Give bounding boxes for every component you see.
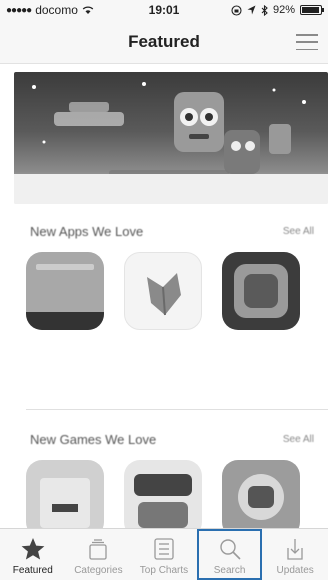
carrier-label: docomo: [35, 3, 78, 17]
tab-label: Top Charts: [139, 565, 189, 576]
tab-updates[interactable]: Updates: [262, 529, 328, 580]
top-charts-icon: [151, 536, 177, 562]
tab-top-charts[interactable]: Top Charts: [131, 529, 197, 580]
updates-icon: [282, 536, 308, 562]
status-bar: ●●●●● docomo 19:01 92%: [0, 0, 328, 20]
see-all-link[interactable]: See All: [283, 226, 314, 237]
section-header: New Apps We Love See All: [0, 220, 328, 242]
status-left: ●●●●● docomo: [6, 3, 231, 17]
tab-label: Search: [213, 565, 246, 576]
app-icon: [26, 460, 104, 538]
tab-featured[interactable]: Featured: [0, 529, 66, 580]
battery-icon: [300, 5, 324, 15]
app-tile[interactable]: [222, 252, 300, 336]
section-title: New Apps We Love: [30, 223, 144, 239]
tab-categories[interactable]: Categories: [66, 529, 132, 580]
tab-search[interactable]: Search: [196, 529, 263, 580]
section-title: New Games We Love: [30, 431, 157, 447]
wifi-icon: [82, 6, 94, 14]
nav-bar: Featured: [0, 20, 328, 64]
tab-label: Updates: [276, 565, 314, 576]
list-icon[interactable]: [296, 32, 318, 52]
battery-fill: [302, 7, 319, 13]
star-icon: [20, 536, 46, 562]
app-icon: [124, 252, 202, 330]
rotation-lock-icon: [231, 4, 242, 16]
location-icon: [247, 5, 256, 15]
bluetooth-icon: [261, 4, 268, 16]
section-new-apps: New Apps We Love See All: [0, 220, 328, 336]
app-icon: [26, 252, 104, 330]
tab-label: Featured: [12, 565, 53, 576]
status-right: 92%: [231, 4, 324, 16]
section-header: New Games We Love See All: [0, 428, 328, 450]
battery-percent: 92%: [272, 4, 295, 16]
categories-icon: [85, 536, 111, 562]
tab-bar: Featured Categories Top Charts Search Up…: [0, 528, 328, 580]
app-icon: [222, 252, 300, 330]
featured-banner[interactable]: [14, 72, 328, 204]
section-divider: [26, 409, 328, 410]
app-tile[interactable]: [124, 252, 202, 336]
banner-snow: [14, 174, 328, 204]
tab-label: Categories: [74, 565, 123, 576]
leaf-icon: [147, 273, 181, 316]
app-tile[interactable]: [26, 252, 104, 336]
list-line: [296, 48, 318, 50]
app-icon: [222, 460, 300, 538]
search-icon: [217, 536, 243, 562]
app-row: [0, 252, 328, 336]
section-new-games: New Games We Love See All: [0, 428, 328, 544]
see-all-link[interactable]: See All: [283, 434, 314, 445]
signal-dots-icon: ●●●●●: [6, 4, 32, 16]
page-title: Featured: [128, 31, 200, 51]
list-line: [296, 34, 318, 36]
app-icon: [124, 460, 202, 538]
list-line: [296, 41, 318, 43]
